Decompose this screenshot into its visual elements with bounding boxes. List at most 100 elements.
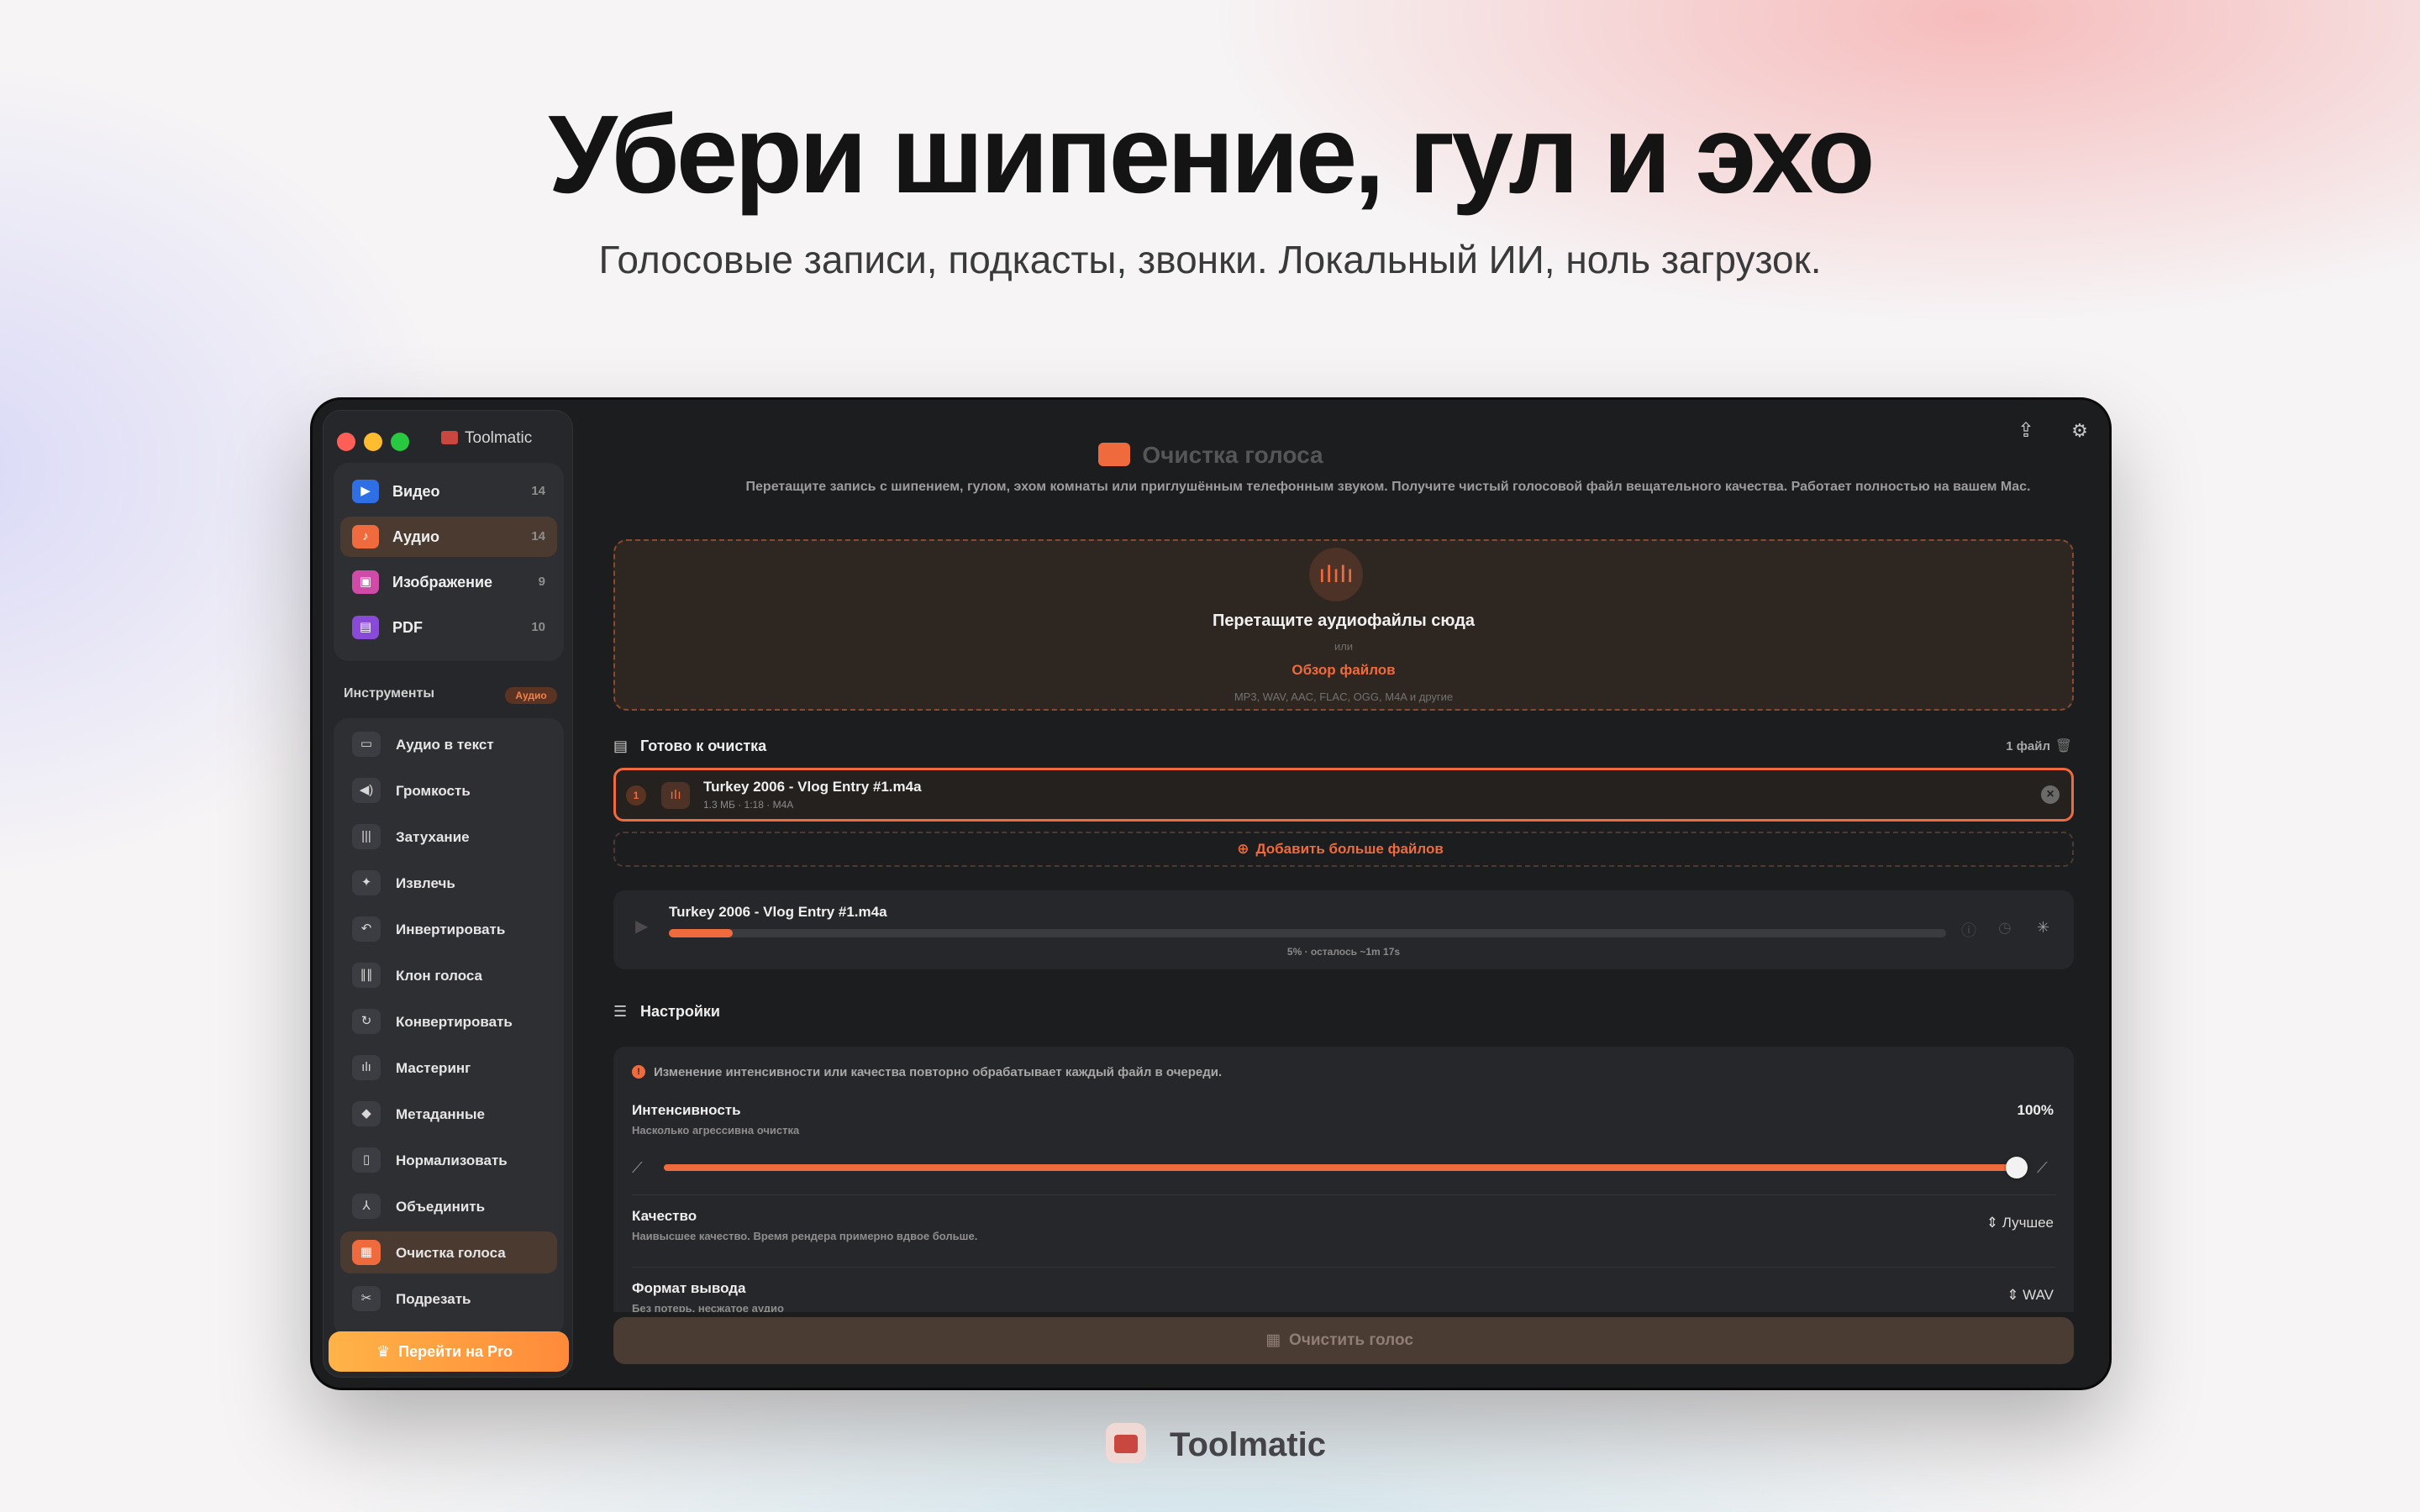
image-icon: ▣ bbox=[352, 570, 379, 594]
trash-icon[interactable]: 🗑 bbox=[2055, 738, 2072, 754]
browse-files-link[interactable]: Обзор файлов bbox=[615, 662, 2072, 679]
video-icon: ▶ bbox=[352, 480, 379, 503]
share-icon[interactable]: ⇪ bbox=[2012, 417, 2040, 445]
progress-card: ▶ Turkey 2006 - Vlog Entry #1.m4a 5% · о… bbox=[613, 890, 2074, 969]
tool-label: Объединить bbox=[396, 1199, 486, 1215]
chevron-updown-icon: ⇕ bbox=[2007, 1287, 2023, 1303]
intensity-slider-thumb[interactable] bbox=[2006, 1157, 2028, 1179]
tool-trim[interactable]: ✂ Подрезать bbox=[340, 1278, 557, 1320]
tool-label: Клон голоса bbox=[396, 968, 482, 984]
play-icon[interactable]: ▶ bbox=[635, 916, 648, 937]
remove-file-icon[interactable]: × bbox=[2041, 785, 2060, 804]
category-count: 10 bbox=[531, 620, 545, 634]
pdf-icon: ▤ bbox=[352, 616, 379, 639]
info-icon[interactable]: ⓘ bbox=[1961, 919, 1976, 941]
tool-metadata[interactable]: ◆ Метаданные bbox=[340, 1093, 557, 1135]
sidebar: Toolmatic ▶ Видео 14 ♪ Аудио 14 ▣ Изобра… bbox=[323, 410, 573, 1378]
quality-select[interactable]: ⇕ Лучшее bbox=[1986, 1215, 2054, 1231]
progress-bar bbox=[669, 929, 1946, 937]
tool-fade[interactable]: ||| Затухание bbox=[340, 816, 557, 858]
hero-subtitle: Голосовые записи, подкасты, звонки. Лока… bbox=[598, 238, 1822, 281]
add-more-files-button[interactable]: ⊕ Добавить больше файлов bbox=[613, 832, 2074, 867]
category-label: Аудио bbox=[392, 528, 440, 545]
format-select[interactable]: ⇕ WAV bbox=[2007, 1287, 2054, 1304]
quality-desc: Наивысшее качество. Время рендера пример… bbox=[632, 1230, 978, 1242]
settings-notice: Изменение интенсивности или качества пов… bbox=[654, 1065, 1223, 1079]
queue-icon: ▤ bbox=[613, 738, 629, 754]
category-audio[interactable]: ♪ Аудио 14 bbox=[340, 517, 557, 557]
tool-convert[interactable]: ↻ Конвертировать bbox=[340, 1000, 557, 1042]
upgrade-pro-button[interactable]: ♛ Перейти на Pro bbox=[329, 1331, 569, 1372]
category-pdf[interactable]: ▤ PDF 10 bbox=[340, 607, 557, 648]
format-value: WAV bbox=[2023, 1287, 2054, 1303]
tool-invert[interactable]: ↶ Инвертировать bbox=[340, 908, 557, 950]
refresh-icon: ↻ bbox=[352, 1009, 381, 1034]
queue-title: Готово к очистка bbox=[640, 738, 767, 754]
tools-section-label: Инструменты bbox=[344, 686, 435, 701]
queue-count: 1 файл bbox=[2006, 739, 2050, 753]
category-label: Видео bbox=[392, 483, 440, 500]
merge-icon: ⅄ bbox=[352, 1194, 381, 1219]
tool-extract[interactable]: ✦ Извлечь bbox=[340, 862, 557, 904]
voice-clean-icon: ▦ bbox=[352, 1240, 381, 1265]
brand-name: Toolmatic bbox=[1170, 1426, 1326, 1463]
speaker-icon: ◀) bbox=[352, 778, 381, 803]
tool-label: Инвертировать bbox=[396, 921, 506, 937]
music-note-icon: ♪ bbox=[352, 525, 379, 549]
tool-label: Подрезать bbox=[396, 1291, 471, 1307]
clean-voice-label: Очистить голос bbox=[1289, 1331, 1413, 1349]
warning-icon: ! bbox=[632, 1065, 645, 1079]
tool-voice-cleanup[interactable]: ▦ Очистка голоса bbox=[340, 1231, 557, 1273]
tool-voice-clone[interactable]: ∥∥ Клон голоса bbox=[340, 954, 557, 996]
normalize-icon: ▯ bbox=[352, 1147, 381, 1173]
tool-normalize[interactable]: ▯ Нормализовать bbox=[340, 1139, 557, 1181]
voice-clean-icon bbox=[1098, 443, 1131, 466]
tool-label: Нормализовать bbox=[396, 1152, 508, 1168]
speech-bubble-icon: ▭ bbox=[352, 732, 381, 757]
voice-clean-icon: ▦ bbox=[1265, 1331, 1281, 1349]
undo-icon: ↶ bbox=[352, 916, 381, 942]
file-dropzone[interactable]: ıIıIı Перетащите аудиофайлы сюда или Обз… bbox=[613, 539, 2074, 711]
chevron-updown-icon: ⇕ bbox=[1986, 1215, 2002, 1231]
category-count: 9 bbox=[538, 575, 545, 589]
tag-icon: ◆ bbox=[352, 1101, 381, 1126]
gear-icon[interactable]: ⚙ bbox=[2065, 417, 2094, 445]
quality-value: Лучшее bbox=[2002, 1215, 2054, 1231]
wand-off-icon: ⟋ bbox=[632, 1159, 643, 1176]
clean-voice-button[interactable]: ▦ Очистить голос bbox=[613, 1317, 2074, 1364]
spinner-icon: ✳ bbox=[2037, 919, 2050, 936]
tools-section-badge: Аудио bbox=[505, 687, 557, 704]
category-image[interactable]: ▣ Изображение 9 bbox=[340, 562, 557, 602]
upgrade-pro-label: Перейти на Pro bbox=[398, 1343, 513, 1360]
dropzone-title: Перетащите аудиофайлы сюда bbox=[1212, 612, 1476, 630]
tool-volume[interactable]: ◀) Громкость bbox=[340, 769, 557, 811]
waveform-icon: ıIıIı bbox=[1309, 548, 1363, 601]
tool-label: Громкость bbox=[396, 783, 471, 799]
progress-file-name: Turkey 2006 - Vlog Entry #1.m4a bbox=[669, 904, 887, 920]
sparkle-icon: ✦ bbox=[352, 870, 381, 895]
audio-file-icon: ıIı bbox=[661, 782, 690, 809]
scissors-icon: ✂ bbox=[352, 1286, 381, 1311]
file-name: Turkey 2006 - Vlog Entry #1.m4a bbox=[703, 779, 922, 795]
tool-label: Конвертировать bbox=[396, 1014, 513, 1030]
progress-status: 5% · осталось ~1m 17s bbox=[1286, 946, 1401, 958]
tool-label: Метаданные bbox=[396, 1106, 485, 1122]
format-label: Формат вывода bbox=[632, 1280, 746, 1296]
tool-mastering[interactable]: ılı Мастеринг bbox=[340, 1047, 557, 1089]
app-window: Toolmatic ▶ Видео 14 ♪ Аудио 14 ▣ Изобра… bbox=[313, 400, 2109, 1388]
supported-formats: MP3, WAV, AAC, FLAC, OGG, M4A и другие bbox=[1234, 690, 1454, 703]
category-video[interactable]: ▶ Видео 14 bbox=[340, 471, 557, 512]
queue-file-row[interactable]: 1 ıIı Turkey 2006 - Vlog Entry #1.m4a 1.… bbox=[613, 768, 2074, 822]
tool-merge[interactable]: ⅄ Объединить bbox=[340, 1185, 557, 1227]
hero-title: Убери шипение, гул и эхо bbox=[548, 92, 1875, 216]
mastering-icon: ılı bbox=[352, 1055, 381, 1080]
tool-label: Мастеринг bbox=[396, 1060, 471, 1076]
tool-audio-to-text[interactable]: ▭ Аудио в текст bbox=[340, 723, 557, 765]
tool-label: Аудио в текст bbox=[396, 737, 494, 753]
tool-label: Затухание bbox=[396, 829, 470, 845]
bottom-action-bar: ▦ Очистить голос bbox=[583, 1312, 2109, 1388]
intensity-slider[interactable] bbox=[664, 1157, 2028, 1179]
file-index-badge: 1 bbox=[626, 785, 646, 806]
tool-list: ▭ Аудио в текст ◀) Громкость ||| Затухание … bbox=[334, 718, 564, 1336]
waveform-icon: ||| bbox=[352, 824, 381, 849]
